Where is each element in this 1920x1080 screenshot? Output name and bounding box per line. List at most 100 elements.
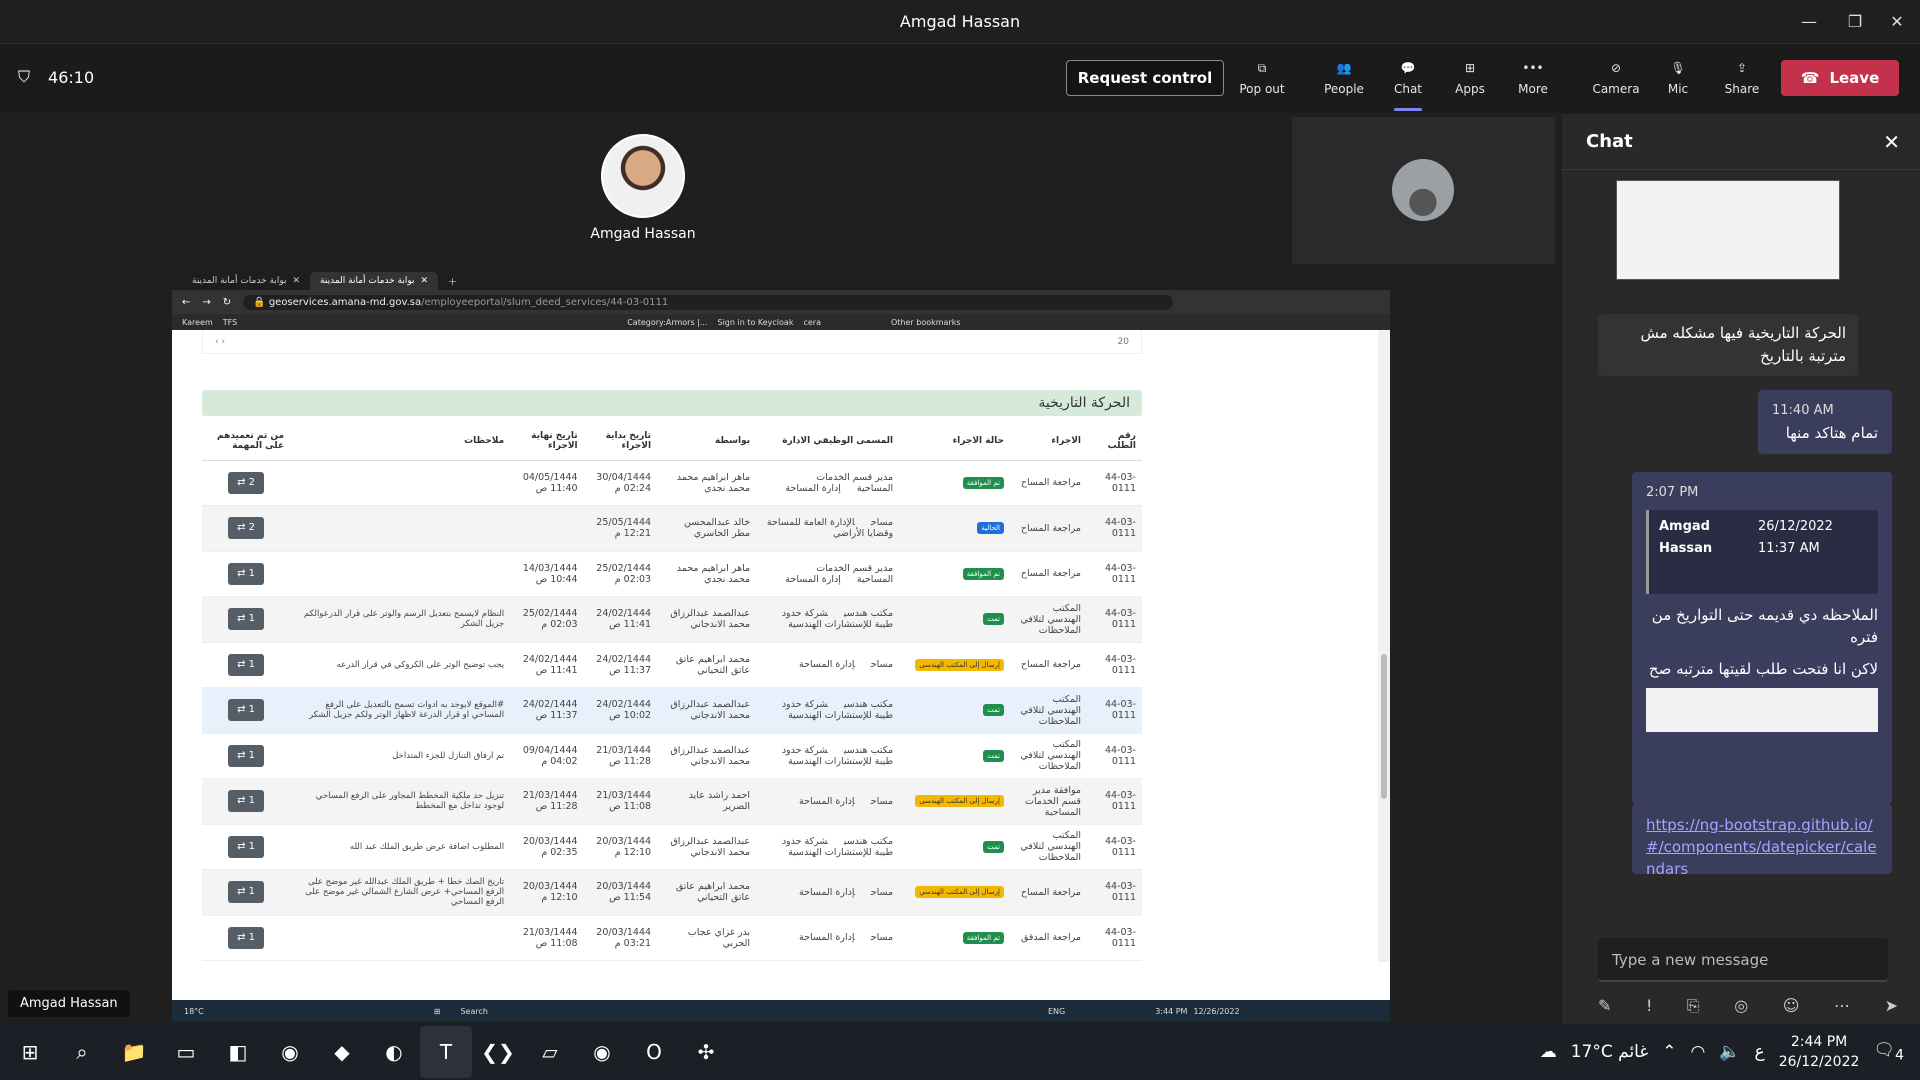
message-time: 2:07 PM: [1646, 485, 1699, 500]
volume-icon[interactable]: 🔈: [1719, 1042, 1740, 1062]
clock[interactable]: 2:44 PM 26/12/2022: [1779, 1032, 1860, 1072]
column-header: المسمى الوظيفي الادارة: [756, 422, 900, 461]
page-scrollbar[interactable]: [1378, 330, 1390, 962]
screenshot-thumbnail[interactable]: [1616, 180, 1840, 280]
self-video-tile[interactable]: [1292, 117, 1555, 264]
edge-icon[interactable]: ◐: [368, 1026, 420, 1078]
page-size-select[interactable]: 20: [1118, 337, 1129, 347]
chevron-up-icon[interactable]: ⌃: [1662, 1042, 1676, 1062]
scroll-thumb[interactable]: [1381, 654, 1387, 799]
assignees-button[interactable]: 2 ⇄: [228, 517, 265, 540]
more-icon[interactable]: ⋯: [1834, 996, 1850, 1016]
chat-title: Chat: [1586, 131, 1633, 152]
send-icon[interactable]: ➤: [1885, 996, 1898, 1016]
request-number-cell: 44-03-0111: [1086, 460, 1142, 506]
lock-icon: 🔒: [253, 296, 269, 308]
table-row: 44-03-0111 المكتب الهندسي لتلافي الملاحظا…: [202, 733, 1142, 779]
visual-studio-icon[interactable]: ◆: [316, 1026, 368, 1078]
shared-windows-taskbar: 18°C ⊞ Search ENG 3:44 PM 12/26/2022: [172, 1000, 1390, 1022]
notification-icon[interactable]: 🗨4: [1873, 1040, 1904, 1063]
start-button[interactable]: ⊞: [4, 1026, 56, 1078]
end-date-cell: 24/02/1444 11:41 ص: [510, 642, 584, 688]
chat-input[interactable]: Type a new message: [1598, 938, 1888, 982]
assignees-button[interactable]: 1 ⇄: [228, 926, 265, 949]
browser-tab[interactable]: بوابة خدمات أمانة المدينة ✕: [182, 272, 310, 290]
share-button[interactable]: ⇪ Share: [1712, 54, 1772, 108]
forward-icon[interactable]: →: [202, 297, 210, 308]
weather-text[interactable]: 17°C غائم: [1571, 1042, 1649, 1062]
chrome-icon[interactable]: ◉: [576, 1026, 628, 1078]
assignees-button[interactable]: 1 ⇄: [228, 699, 265, 722]
teams-icon[interactable]: T: [420, 1026, 472, 1078]
assignees-button[interactable]: 1 ⇄: [228, 881, 265, 904]
vscode-icon[interactable]: ❮❯: [472, 1026, 524, 1078]
apps-button[interactable]: ⊞ Apps: [1440, 54, 1500, 108]
assignees-button[interactable]: 1 ⇄: [228, 790, 265, 813]
bookmark[interactable]: Kareem: [182, 318, 213, 327]
pagination-bar: ‹ › 20: [202, 330, 1142, 354]
bookmark[interactable]: cera: [803, 318, 821, 327]
outlook-icon[interactable]: O: [628, 1026, 680, 1078]
request-control-button[interactable]: Request control: [1066, 60, 1224, 96]
close-window-button[interactable]: ✕: [1874, 0, 1920, 43]
end-date-cell: 24/02/1444 11:37 ص: [510, 687, 584, 734]
message-link[interactable]: https://ng-bootstrap.github.io/#/compone…: [1646, 816, 1877, 874]
assignees-button[interactable]: 1 ⇄: [228, 608, 265, 631]
camera-button[interactable]: ⊘ Camera: [1586, 54, 1646, 108]
format-icon[interactable]: ✎: [1598, 996, 1611, 1016]
notes-icon[interactable]: ▱: [524, 1026, 576, 1078]
leave-button[interactable]: ☎ Leave: [1781, 60, 1899, 96]
loop-icon[interactable]: ◎: [1734, 996, 1748, 1016]
people-button[interactable]: 👥 People: [1314, 54, 1374, 108]
pop-out-button[interactable]: ⧉ Pop out: [1232, 54, 1292, 108]
chrome-icon[interactable]: ◉: [264, 1026, 316, 1078]
terminal-icon[interactable]: ▭: [160, 1026, 212, 1078]
screenshot-thumbnail[interactable]: [1646, 688, 1878, 732]
chat-button[interactable]: 💬 Chat: [1378, 54, 1438, 111]
more-button[interactable]: ••• More: [1503, 54, 1563, 108]
start-date-cell: 21/03/1444 11:28 ص: [583, 733, 658, 779]
assignees-button[interactable]: 1 ⇄: [228, 562, 265, 585]
browser-tab-active[interactable]: بوابة خدمات أمانة المدينة ✕: [310, 272, 439, 290]
column-header: بواسطة: [657, 422, 757, 461]
job-title-cell: مكتب هندسيشركة حدود طيبة للإستشارات الهن…: [756, 596, 900, 643]
apps-label: Apps: [1455, 82, 1485, 96]
assignees-button[interactable]: 2 ⇄: [228, 471, 265, 494]
swap-icon: ⇄: [237, 704, 249, 716]
assignees-button[interactable]: 1 ⇄: [228, 835, 265, 858]
inner-weather: 18°C: [184, 1006, 204, 1016]
quoted-message[interactable]: Amgad Hassan 26/12/2022 11:37 AM: [1646, 510, 1878, 594]
search-icon[interactable]: ⌕: [56, 1026, 108, 1078]
attach-icon[interactable]: ⎘: [1687, 996, 1700, 1016]
assignees-count-cell: 1 ⇄: [202, 551, 291, 597]
assignees-button[interactable]: 1 ⇄: [228, 744, 265, 767]
request-number-cell: 44-03-0111: [1086, 778, 1142, 825]
file-explorer-icon[interactable]: 📁: [108, 1026, 160, 1078]
app-icon[interactable]: ✣: [680, 1026, 732, 1078]
status-badge-cell: تمت: [899, 824, 1010, 870]
pager-arrows[interactable]: ‹ ›: [215, 337, 225, 347]
bookmark[interactable]: TFS: [223, 318, 237, 327]
bookmark[interactable]: Other bookmarks: [891, 318, 961, 327]
start-date-cell: 25/05/1444 12:21 م: [583, 505, 658, 552]
bookmark[interactable]: Sign in to Keycloak: [718, 318, 794, 327]
minimize-button[interactable]: —: [1786, 0, 1832, 43]
assignees-button[interactable]: 1 ⇄: [228, 653, 265, 676]
mic-button[interactable]: 🎙 Mic: [1648, 54, 1708, 108]
pop-out-label: Pop out: [1239, 82, 1285, 96]
reload-icon[interactable]: ↻: [223, 297, 231, 308]
bookmark[interactable]: Category:Armors |...: [627, 318, 707, 327]
table-row: 44-03-0111 مراجعة المساح الحالية مساحالإدار…: [202, 505, 1142, 552]
new-tab-button[interactable]: ＋: [438, 272, 467, 290]
app-icon[interactable]: ◧: [212, 1026, 264, 1078]
close-chat-icon[interactable]: ✕: [1883, 114, 1900, 170]
job-title-cell: مكتب هندسيشركة حدود طيبة للإستشارات الهن…: [756, 733, 900, 779]
back-icon[interactable]: ←: [182, 297, 190, 308]
url-field[interactable]: 🔒 geoservices.amana-md.gov.sa/employeepo…: [243, 294, 1174, 310]
end-date-cell: 20/03/1444 12:10 م: [510, 869, 584, 916]
language-indicator[interactable]: ع: [1755, 1042, 1765, 1062]
priority-icon[interactable]: !: [1646, 996, 1652, 1016]
maximize-button[interactable]: ❐: [1832, 0, 1878, 43]
emoji-icon[interactable]: ☺: [1783, 996, 1800, 1016]
wifi-icon[interactable]: ◠: [1691, 1042, 1706, 1062]
